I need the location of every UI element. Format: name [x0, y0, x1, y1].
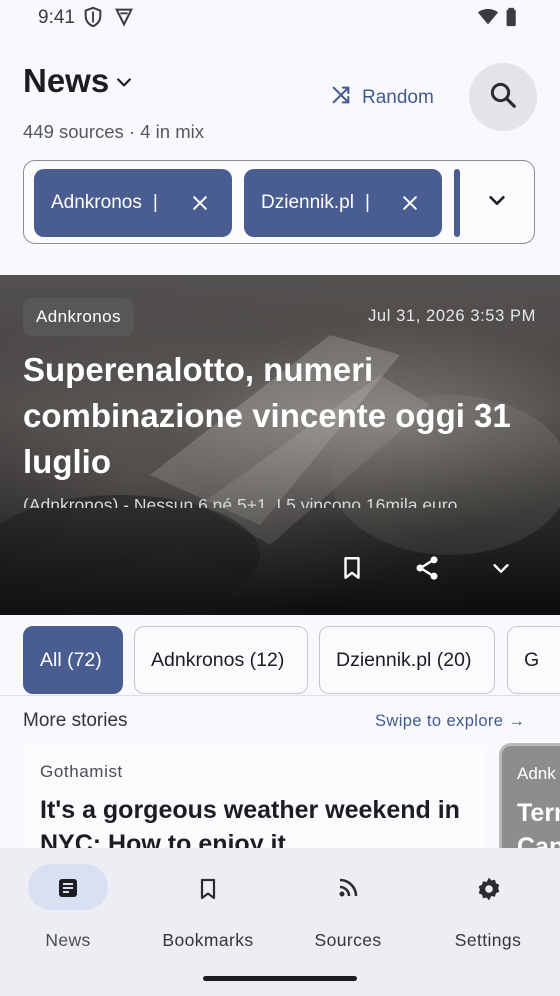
share-button[interactable] [402, 545, 452, 595]
story-card-source: Adnk [517, 764, 556, 783]
home-indicator[interactable] [203, 976, 357, 981]
filter-chip-dziennik[interactable]: Dziennik.pl (20) [319, 626, 495, 694]
more-stories-label: More stories [23, 710, 128, 731]
wifi-icon [477, 6, 499, 28]
divider [0, 695, 560, 696]
story-card-source: Gothamist [40, 762, 123, 781]
hero-actions [315, 545, 540, 595]
hero-source-badge: Adnkronos [23, 298, 134, 336]
nav-item-news[interactable]: News [0, 860, 140, 950]
nav-label: News [45, 930, 91, 950]
filter-chip-partial[interactable]: G [507, 626, 560, 694]
page-title[interactable]: News [23, 62, 109, 100]
chevron-down-icon[interactable] [114, 72, 134, 92]
source-chip-partial[interactable] [454, 169, 460, 237]
nav-item-sources[interactable]: Sources [280, 860, 420, 950]
chevron-down-icon [490, 557, 512, 584]
nav-label: Bookmarks [162, 930, 254, 950]
chip-label: Adnkronos [51, 192, 142, 213]
nav-item-settings[interactable]: Settings [420, 860, 560, 950]
share-icon [413, 554, 441, 587]
hero-title[interactable]: Superenalotto, numeri combinazione vince… [23, 347, 533, 485]
status-bar: 9:41 [0, 0, 560, 36]
source-chip-adnkronos[interactable]: Adnkronos | [34, 169, 232, 237]
bookmark-icon [339, 554, 365, 587]
hero-article[interactable]: Adnkronos Jul 31, 2026 3:53 PM Superenal… [0, 275, 560, 615]
bookmark-button[interactable] [327, 545, 377, 595]
random-button[interactable]: Random [330, 84, 434, 112]
random-label: Random [362, 87, 434, 108]
status-time: 9:41 [38, 7, 75, 28]
source-chip-dziennik[interactable]: Dziennik.pl | [244, 169, 442, 237]
rss-icon [336, 876, 360, 900]
nav-label: Sources [314, 930, 382, 950]
close-icon[interactable] [190, 193, 210, 213]
chip-separator: | [152, 192, 158, 213]
hero-snippet: (Adnkronos) - Nessun 6 né 5+1. I 5 vinco… [23, 495, 458, 508]
shield-status-icon [82, 6, 104, 28]
expand-sources-button[interactable] [480, 185, 514, 219]
hero-date: Jul 31, 2026 3:53 PM [368, 307, 536, 325]
bookmark-icon [196, 876, 220, 900]
vpn-status-icon [113, 6, 135, 28]
swipe-hint: Swipe to explore → [375, 712, 526, 730]
chip-separator: | [364, 192, 370, 213]
filter-chip-all[interactable]: All (72) [23, 626, 123, 694]
shuffle-icon [330, 84, 352, 112]
nav-label: Settings [454, 930, 522, 950]
gear-icon [476, 876, 500, 901]
chevron-down-icon [486, 189, 508, 216]
nav-item-bookmarks[interactable]: Bookmarks [140, 860, 280, 950]
chip-label: Dziennik.pl [261, 192, 354, 213]
search-icon [488, 80, 518, 115]
search-button[interactable] [469, 63, 537, 131]
close-icon[interactable] [400, 193, 420, 213]
expand-article-button[interactable] [476, 545, 526, 595]
news-article-icon [56, 876, 80, 900]
sources-summary: 449 sources · 4 in mix [23, 121, 204, 142]
bottom-navigation: News Bookmarks Sources Settings [0, 848, 560, 996]
battery-icon [505, 6, 527, 28]
source-mix-bar: Adnkronos | Dziennik.pl | [23, 160, 535, 244]
filter-chip-adnkronos[interactable]: Adnkronos (12) [134, 626, 308, 694]
